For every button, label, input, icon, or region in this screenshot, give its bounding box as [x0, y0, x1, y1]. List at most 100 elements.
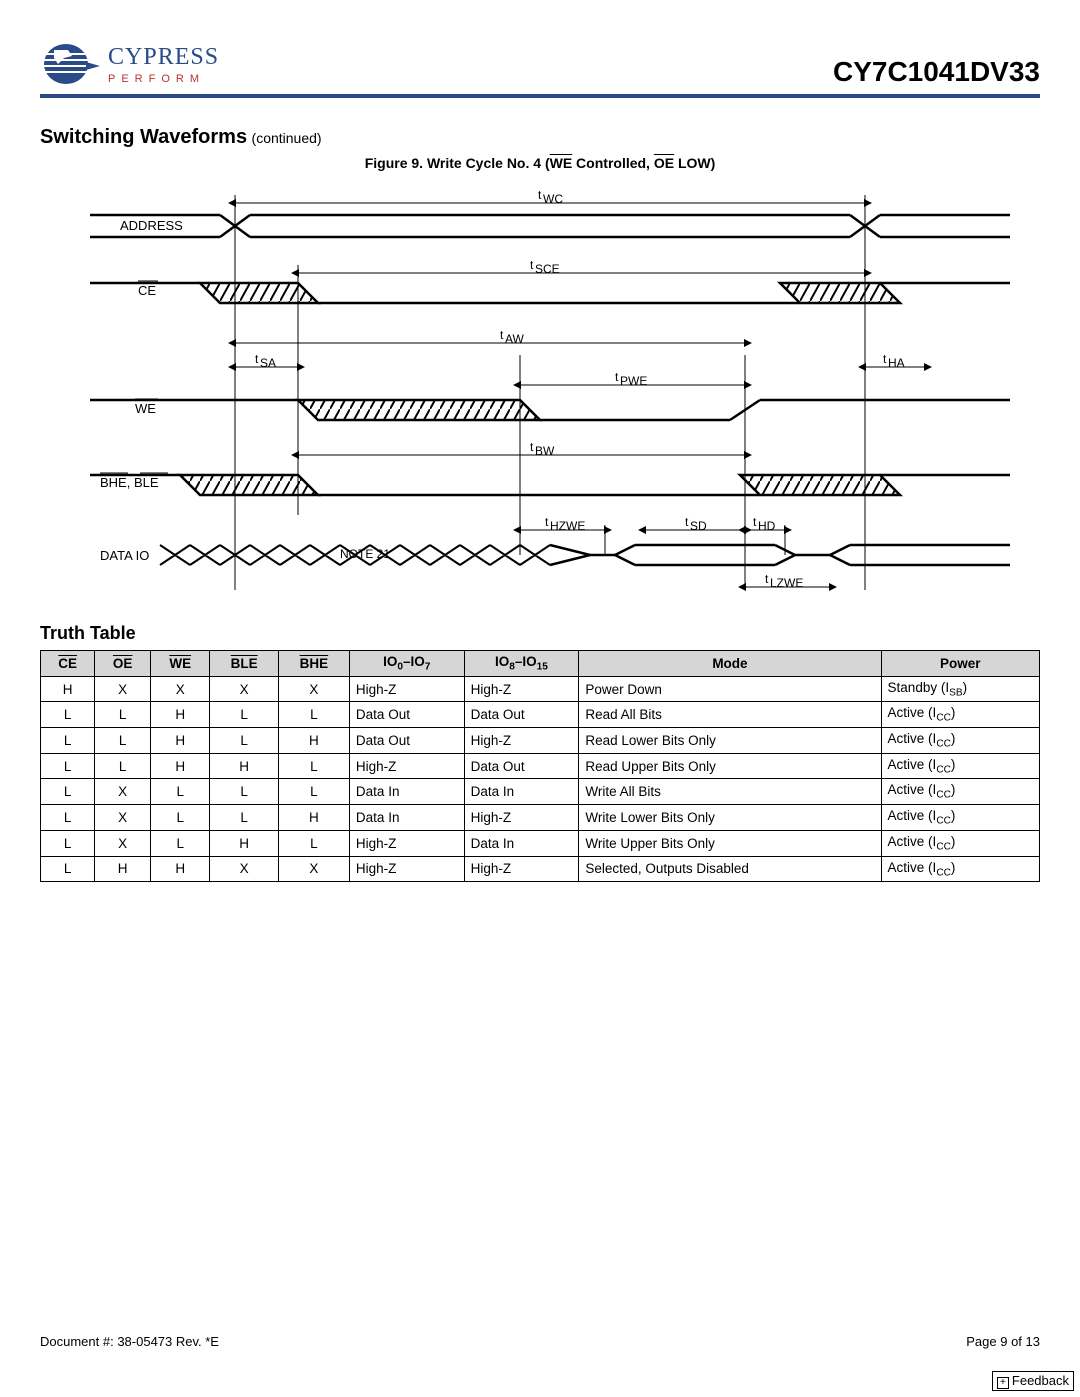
feedback-button[interactable]: +Feedback: [992, 1371, 1074, 1391]
cell-power: Active (ICC): [881, 856, 1039, 882]
svg-text:HA: HA: [888, 356, 905, 370]
cell-io07: Data Out: [349, 702, 464, 728]
cell-io815: High-Z: [464, 728, 579, 754]
cell-oe: X: [95, 830, 151, 856]
cell-oe: X: [95, 805, 151, 831]
cell-ble: L: [210, 702, 278, 728]
svg-text:t: t: [685, 515, 689, 529]
cell-bhe: L: [278, 779, 349, 805]
logo-text: CYPRESS PERFORM: [108, 44, 219, 85]
svg-text:BW: BW: [535, 444, 555, 458]
svg-text:CE: CE: [138, 283, 156, 298]
truth-table-title: Truth Table: [40, 623, 1040, 644]
cell-bhe: H: [278, 805, 349, 831]
figure-caption-oe: OE: [654, 155, 674, 171]
company-logo: CYPRESS PERFORM: [40, 40, 219, 88]
cell-oe: X: [95, 779, 151, 805]
cell-io815: Data Out: [464, 753, 579, 779]
cell-bhe: L: [278, 753, 349, 779]
cell-power: Active (ICC): [881, 702, 1039, 728]
cell-we: L: [151, 830, 210, 856]
cell-io07: High-Z: [349, 856, 464, 882]
cell-io815: High-Z: [464, 856, 579, 882]
document-number: Document #: 38-05473 Rev. *E: [40, 1334, 219, 1349]
cell-ble: H: [210, 830, 278, 856]
table-row: LLHLLData OutData OutRead All BitsActive…: [41, 702, 1040, 728]
svg-text:WC: WC: [543, 192, 563, 206]
cell-io07: High-Z: [349, 753, 464, 779]
company-name: CYPRESS: [108, 44, 219, 71]
th-io815: IO8–IO15: [464, 651, 579, 677]
cell-mode: Write All Bits: [579, 779, 881, 805]
section-continued: (continued): [252, 130, 322, 146]
svg-text:NOTE 21: NOTE 21: [340, 547, 390, 561]
svg-text:t: t: [500, 328, 504, 342]
cell-io07: Data In: [349, 779, 464, 805]
plus-icon: +: [997, 1377, 1009, 1389]
cell-power: Standby (ISB): [881, 676, 1039, 702]
svg-text:WE: WE: [135, 401, 156, 416]
page-number: Page 9 of 13: [966, 1334, 1040, 1349]
svg-text:SA: SA: [260, 356, 276, 370]
th-mode: Mode: [579, 651, 881, 677]
svg-text:SCE: SCE: [535, 262, 560, 276]
table-row: LHHXXHigh-ZHigh-ZSelected, Outputs Disab…: [41, 856, 1040, 882]
cell-ce: L: [41, 805, 95, 831]
cell-we: L: [151, 779, 210, 805]
cell-bhe: L: [278, 702, 349, 728]
cell-io07: High-Z: [349, 676, 464, 702]
cell-io07: High-Z: [349, 830, 464, 856]
svg-text:ADDRESS: ADDRESS: [120, 218, 183, 233]
cell-mode: Write Upper Bits Only: [579, 830, 881, 856]
svg-text:t: t: [883, 352, 887, 366]
cell-ce: L: [41, 856, 95, 882]
cell-ce: L: [41, 702, 95, 728]
svg-text:PWE: PWE: [620, 374, 647, 388]
cell-ce: H: [41, 676, 95, 702]
page-footer: Document #: 38-05473 Rev. *E Page 9 of 1…: [40, 1334, 1040, 1349]
cell-oe: L: [95, 728, 151, 754]
svg-text:t: t: [615, 370, 619, 384]
part-number: CY7C1041DV33: [833, 56, 1040, 88]
page-header: CYPRESS PERFORM CY7C1041DV33: [40, 40, 1040, 98]
table-row: LXLHLHigh-ZData InWrite Upper Bits OnlyA…: [41, 830, 1040, 856]
svg-text:HD: HD: [758, 519, 776, 533]
svg-text:BHE, BLE: BHE, BLE: [100, 475, 159, 490]
table-row: LXLLHData InHigh-ZWrite Lower Bits OnlyA…: [41, 805, 1040, 831]
th-ce: CE: [41, 651, 95, 677]
figure-caption: Figure 9. Write Cycle No. 4 (WE Controll…: [40, 155, 1040, 171]
svg-text:t: t: [753, 515, 757, 529]
cell-ble: L: [210, 805, 278, 831]
cell-oe: X: [95, 676, 151, 702]
figure-caption-we: WE: [550, 155, 573, 171]
cell-ble: L: [210, 779, 278, 805]
feedback-label: Feedback: [1012, 1373, 1069, 1388]
figure-caption-suffix: LOW): [674, 155, 715, 171]
cell-power: Active (ICC): [881, 753, 1039, 779]
th-ble: BLE: [210, 651, 278, 677]
cell-mode: Read Lower Bits Only: [579, 728, 881, 754]
th-io07: IO0–IO7: [349, 651, 464, 677]
cell-io815: Data Out: [464, 702, 579, 728]
svg-text:t: t: [255, 352, 259, 366]
section-heading: Switching Waveforms (continued): [40, 126, 1040, 149]
cell-ble: H: [210, 753, 278, 779]
svg-text:AW: AW: [505, 332, 525, 346]
th-power: Power: [881, 651, 1039, 677]
cell-bhe: L: [278, 830, 349, 856]
cell-we: L: [151, 805, 210, 831]
cell-ce: L: [41, 830, 95, 856]
svg-text:DATA IO: DATA IO: [100, 548, 149, 563]
figure-caption-mid: Controlled,: [572, 155, 654, 171]
truth-table: CE OE WE BLE BHE IO0–IO7 IO8–IO15 Mode P…: [40, 650, 1040, 882]
cell-io07: Data In: [349, 805, 464, 831]
cell-io815: Data In: [464, 779, 579, 805]
svg-text:t: t: [545, 515, 549, 529]
cell-io815: Data In: [464, 830, 579, 856]
cell-ble: L: [210, 728, 278, 754]
cell-ble: X: [210, 676, 278, 702]
cell-bhe: X: [278, 676, 349, 702]
table-row: LXLLLData InData InWrite All BitsActive …: [41, 779, 1040, 805]
svg-text:t: t: [530, 258, 534, 272]
cell-bhe: X: [278, 856, 349, 882]
